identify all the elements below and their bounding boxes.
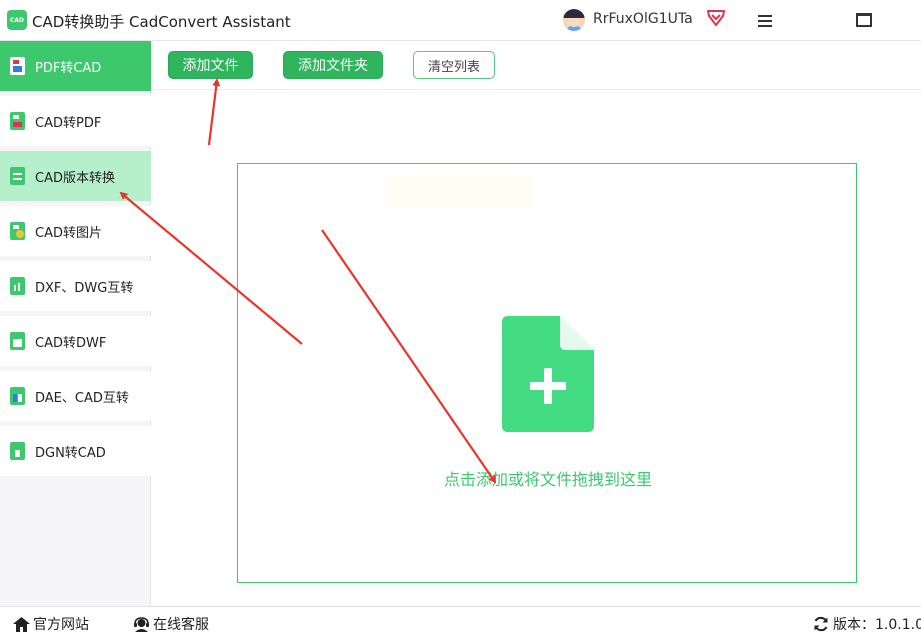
cad-to-dwf-icon	[10, 332, 25, 350]
sidebar-item-label: CAD转DWF	[35, 335, 107, 351]
sidebar-item-label: DAE、CAD互转	[35, 390, 129, 406]
status-bar: 官方网站 在线客服 版本：1.0.1.0	[0, 606, 921, 634]
clear-list-button[interactable]: 清空列表	[413, 51, 495, 79]
sidebar-item-cad-to-pdf[interactable]: CAD转PDF	[0, 96, 151, 146]
sidebar-item-cad-version[interactable]: CAD版本转换	[0, 151, 151, 201]
add-file-button[interactable]: 添加文件	[168, 51, 253, 79]
drop-hint-text: 点击添加或将文件拖拽到这里	[443, 470, 652, 489]
sidebar: PDF转CAD CAD转PDF CAD版本转换 CAD转图片 DXF、DWG互转	[0, 41, 151, 606]
sidebar-item-dae-cad[interactable]: DAE、CAD互转	[0, 371, 151, 421]
home-icon	[13, 616, 30, 632]
sidebar-item-label: CAD转PDF	[35, 115, 102, 131]
sidebar-item-label: CAD转图片	[35, 225, 102, 241]
cad-to-image-icon	[10, 222, 25, 240]
sidebar-item-label: DGN转CAD	[35, 445, 106, 461]
official-website-label: 官方网站	[33, 617, 89, 633]
cad-version-icon	[10, 167, 25, 185]
headset-icon	[134, 616, 149, 632]
dxf-dwg-icon	[10, 277, 25, 295]
window-maximize-icon[interactable]	[856, 13, 872, 27]
app-logo-icon: CAD	[7, 10, 27, 30]
watermark	[388, 174, 533, 208]
app-title: CAD转换助手 CadConvert Assistant	[32, 13, 291, 31]
user-avatar[interactable]	[563, 9, 585, 31]
pdf-to-cad-icon	[10, 57, 25, 75]
app-window: CAD CAD转换助手 CadConvert Assistant RrFuxOl…	[0, 0, 921, 634]
sidebar-item-label: DXF、DWG互转	[35, 280, 134, 296]
hamburger-menu-icon[interactable]	[756, 12, 774, 28]
dae-cad-icon	[10, 387, 25, 405]
online-support-link[interactable]: 在线客服	[133, 614, 209, 634]
toolbar: 添加文件 添加文件夹 清空列表	[151, 41, 921, 90]
sidebar-item-dgn-to-cad[interactable]: DGN转CAD	[0, 426, 151, 476]
file-drop-zone[interactable]: 点击添加或将文件拖拽到这里	[237, 163, 857, 583]
file-plus-icon[interactable]	[502, 316, 594, 432]
sidebar-item-cad-to-dwf[interactable]: CAD转DWF	[0, 316, 151, 366]
official-website-link[interactable]: 官方网站	[13, 614, 89, 634]
vip-badge-icon[interactable]	[706, 9, 726, 27]
dgn-to-cad-icon	[10, 442, 25, 460]
online-support-label: 在线客服	[153, 617, 209, 633]
username-label[interactable]: RrFuxOlG1UTa	[593, 11, 693, 27]
version-label: 版本：1.0.1.0	[833, 617, 921, 633]
sidebar-item-dxf-dwg[interactable]: DXF、DWG互转	[0, 261, 151, 311]
add-folder-button[interactable]: 添加文件夹	[283, 51, 383, 79]
sidebar-item-label: PDF转CAD	[35, 60, 102, 76]
cad-to-pdf-icon	[10, 112, 25, 130]
version-info: 版本：1.0.1.0	[813, 614, 921, 634]
title-bar: CAD CAD转换助手 CadConvert Assistant RrFuxOl…	[0, 0, 921, 41]
sidebar-item-pdf-to-cad[interactable]: PDF转CAD	[0, 41, 151, 91]
sidebar-item-cad-to-image[interactable]: CAD转图片	[0, 206, 151, 256]
refresh-icon[interactable]	[813, 616, 829, 632]
sidebar-item-label: CAD版本转换	[35, 170, 115, 186]
